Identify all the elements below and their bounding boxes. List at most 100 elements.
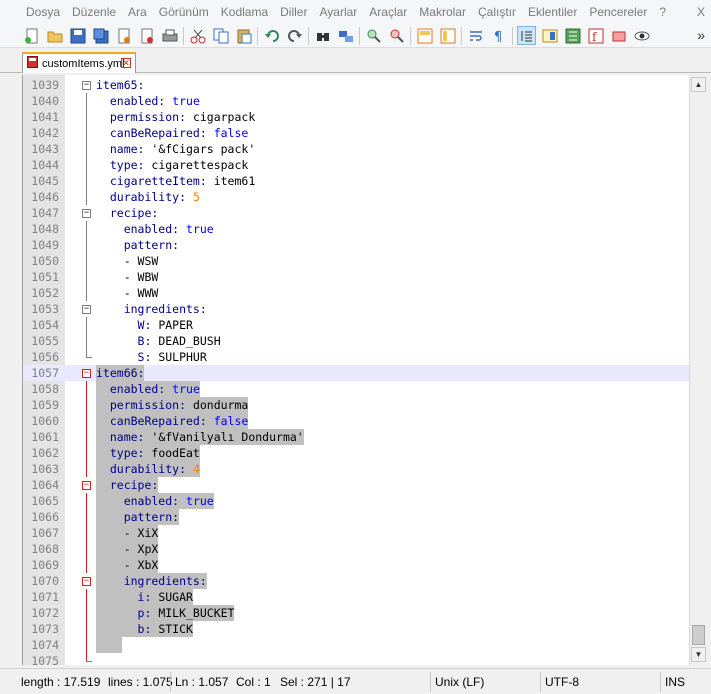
scrollbar-thumb[interactable] bbox=[692, 625, 705, 645]
menu-ara[interactable]: Ara bbox=[122, 0, 153, 24]
menu-duzenle[interactable]: Düzenle bbox=[66, 0, 122, 24]
code-line[interactable]: 1064 − recipe: bbox=[23, 477, 690, 493]
close-window-button[interactable]: X bbox=[697, 0, 705, 24]
new-file-icon[interactable] bbox=[22, 26, 41, 45]
find-icon[interactable] bbox=[313, 26, 332, 45]
menu-diller[interactable]: Diller bbox=[274, 0, 313, 24]
save-icon[interactable] bbox=[68, 26, 87, 45]
fold-toggle-icon[interactable]: − bbox=[82, 369, 91, 378]
toolbar-overflow-button[interactable]: » bbox=[697, 27, 705, 43]
document-map-icon[interactable] bbox=[540, 26, 559, 45]
monitoring-icon[interactable] bbox=[609, 26, 628, 45]
tab-customitems[interactable]: customItems.yml ✕ bbox=[22, 52, 136, 73]
scroll-down-icon[interactable]: ▼ bbox=[691, 647, 706, 662]
code-line[interactable]: 1071 i: SUGAR bbox=[23, 589, 690, 605]
code-line[interactable]: 1054 W: PAPER bbox=[23, 317, 690, 333]
code-line[interactable]: 1068 - XpX bbox=[23, 541, 690, 557]
menu-dosya[interactable]: Dosya bbox=[0, 0, 66, 24]
fold-toggle-icon[interactable]: − bbox=[82, 81, 91, 90]
code-line[interactable]: 1056 S: SULPHUR bbox=[23, 349, 690, 365]
code-line[interactable]: 1046 durability: 5 bbox=[23, 189, 690, 205]
code-line[interactable]: 1063 durability: 4 bbox=[23, 461, 690, 477]
code-line[interactable]: 1072 p: MILK_BUCKET bbox=[23, 605, 690, 621]
tab-close-icon[interactable]: ✕ bbox=[121, 58, 131, 68]
save-all-icon[interactable] bbox=[91, 26, 110, 45]
menu-eklentiler[interactable]: Eklentiler bbox=[522, 0, 583, 24]
code-line[interactable]: 1043 name: '&fCigars pack' bbox=[23, 141, 690, 157]
code-line[interactable]: 1055 B: DEAD_BUSH bbox=[23, 333, 690, 349]
close-all-icon[interactable] bbox=[137, 26, 156, 45]
menu-pencereler[interactable]: Pencereler bbox=[583, 0, 653, 24]
menu-calistir[interactable]: Çalıştır bbox=[472, 0, 522, 24]
code-line[interactable]: 1047 − recipe: bbox=[23, 205, 690, 221]
fold-toggle-icon[interactable]: − bbox=[82, 577, 91, 586]
code-line[interactable]: 1045 cigaretteItem: item61 bbox=[23, 173, 690, 189]
replace-icon[interactable] bbox=[336, 26, 355, 45]
fold-line bbox=[86, 461, 87, 477]
word-wrap-icon[interactable] bbox=[466, 26, 485, 45]
code-line[interactable]: 1042 canBeRepaired: false bbox=[23, 125, 690, 141]
code-line[interactable]: 1040 enabled: true bbox=[23, 93, 690, 109]
zoom-in-icon[interactable] bbox=[364, 26, 383, 45]
undo-icon[interactable] bbox=[262, 26, 281, 45]
function-list-icon[interactable] bbox=[563, 26, 582, 45]
menu-kodlama[interactable]: Kodlama bbox=[215, 0, 274, 24]
code-line[interactable]: 1062 type: foodEat bbox=[23, 445, 690, 461]
code-line[interactable]: 1061 name: '&fVanilyalı Dondurma' bbox=[23, 429, 690, 445]
status-eol[interactable]: Unix (LF) bbox=[430, 672, 484, 692]
copy-icon[interactable] bbox=[211, 26, 230, 45]
vertical-scrollbar[interactable]: ▲ ▼ bbox=[689, 75, 707, 665]
code-line[interactable]: 1050 - WSW bbox=[23, 253, 690, 269]
zoom-out-icon[interactable] bbox=[387, 26, 406, 45]
folder-workspace-icon[interactable]: f bbox=[586, 26, 605, 45]
show-all-chars-icon[interactable]: ¶ bbox=[489, 26, 508, 45]
code-line[interactable]: 1039 − item65: bbox=[23, 77, 690, 93]
menu-gorunum[interactable]: Görünüm bbox=[153, 0, 215, 24]
code-line[interactable]: 1058 enabled: true bbox=[23, 381, 690, 397]
fold-toggle-icon[interactable]: − bbox=[82, 209, 91, 218]
code-token: SUGAR bbox=[158, 590, 193, 604]
line-text: - XpX bbox=[96, 541, 159, 557]
code-line[interactable]: 1052 - WWW bbox=[23, 285, 690, 301]
line-number: 1072 bbox=[31, 606, 59, 620]
code-line[interactable]: 1066 pattern: bbox=[23, 509, 690, 525]
macro-record-icon[interactable] bbox=[632, 26, 651, 45]
menu-ayarlar[interactable]: Ayarlar bbox=[313, 0, 363, 24]
code-line[interactable]: 1053 − ingredients: bbox=[23, 301, 690, 317]
status-encoding[interactable]: UTF-8 bbox=[540, 672, 579, 692]
code-line[interactable]: 1073 b: STICK bbox=[23, 621, 690, 637]
indent-guide-icon[interactable] bbox=[517, 26, 536, 45]
line-text: enabled: true bbox=[96, 93, 200, 109]
paste-icon[interactable] bbox=[234, 26, 253, 45]
code-line[interactable]: 1051 - WBW bbox=[23, 269, 690, 285]
code-line[interactable]: 1048 enabled: true bbox=[23, 221, 690, 237]
cut-icon[interactable] bbox=[188, 26, 207, 45]
fold-toggle-icon[interactable]: − bbox=[82, 481, 91, 490]
code-line[interactable]: 1065 enabled: true bbox=[23, 493, 690, 509]
scroll-up-icon[interactable]: ▲ bbox=[691, 77, 706, 92]
code-line[interactable]: 1074 bbox=[23, 637, 690, 653]
open-file-icon[interactable] bbox=[45, 26, 64, 45]
menu-araclar[interactable]: Araçlar bbox=[363, 0, 413, 24]
menu-makrolar[interactable]: Makrolar bbox=[413, 0, 472, 24]
code-line[interactable]: 1060 canBeRepaired: false bbox=[23, 413, 690, 429]
code-line[interactable]: 1069 - XbX bbox=[23, 557, 690, 573]
redo-icon[interactable] bbox=[285, 26, 304, 45]
code-line[interactable]: 1075 bbox=[23, 653, 690, 665]
close-icon[interactable] bbox=[114, 26, 133, 45]
code-line[interactable]: 1067 - XiX bbox=[23, 525, 690, 541]
code-line[interactable]: 1059 permission: dondurma bbox=[23, 397, 690, 413]
menu-help[interactable]: ? bbox=[653, 0, 672, 24]
code-line[interactable]: 1044 type: cigarettespack bbox=[23, 157, 690, 173]
sync-horizontal-icon[interactable] bbox=[438, 26, 457, 45]
code-line[interactable]: 1057 − item66: bbox=[23, 365, 690, 381]
fold-toggle-icon[interactable]: − bbox=[82, 305, 91, 314]
sync-vertical-icon[interactable] bbox=[415, 26, 434, 45]
code-editor[interactable]: 1039− item65: 1040 enabled: true 1041 permi… bbox=[22, 75, 690, 665]
code-token: - WWW bbox=[96, 286, 159, 300]
code-token: - XbX bbox=[96, 558, 159, 572]
code-line[interactable]: 1041 permission: cigarpack bbox=[23, 109, 690, 125]
code-line[interactable]: 1049 pattern: bbox=[23, 237, 690, 253]
print-icon[interactable] bbox=[160, 26, 179, 45]
code-line[interactable]: 1070 − ingredients: bbox=[23, 573, 690, 589]
